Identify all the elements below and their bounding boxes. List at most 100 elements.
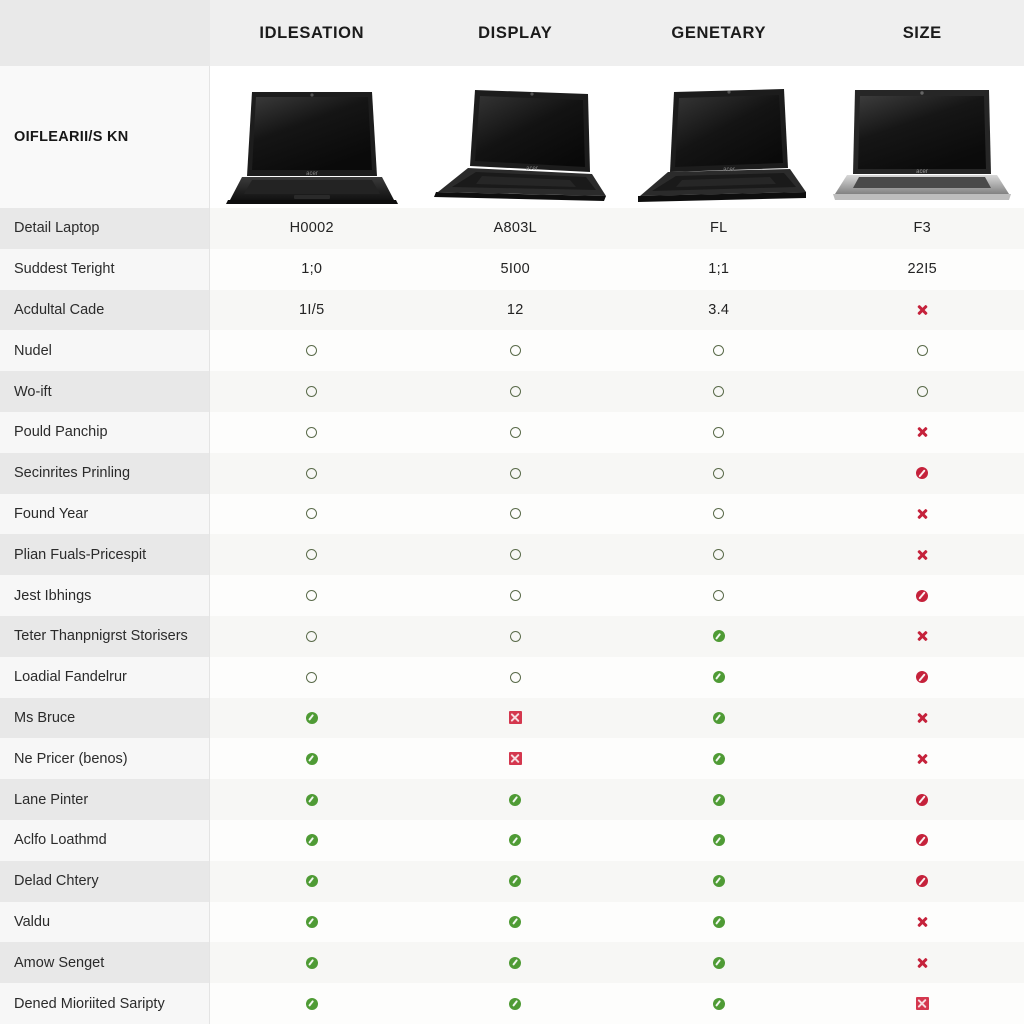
table-header-row: IDLESATION DISPLAY GENETARY SIZE — [0, 0, 1024, 66]
row-label: Ne Pricer (benos) — [0, 738, 210, 780]
cell-green-check-circle-icon — [617, 819, 821, 861]
cell-value: 1;0 — [210, 248, 414, 290]
product-image-row: OIFLEARII/S KN acer acer acer acer — [0, 66, 1024, 208]
empty-circle-icon — [509, 386, 521, 398]
cell-empty-circle-icon — [210, 371, 414, 412]
svg-text:acer: acer — [916, 169, 928, 175]
header-corner-cell — [0, 0, 210, 66]
cell-empty-circle-icon — [617, 330, 821, 372]
row-label: Loadial Fandelrur — [0, 656, 210, 698]
column-header-1[interactable]: IDLESATION — [210, 0, 414, 66]
green-check-circle-icon — [305, 793, 318, 806]
green-check-circle-icon — [509, 997, 522, 1010]
empty-circle-icon — [509, 630, 521, 642]
cell-green-check-circle-icon — [210, 901, 414, 943]
cell-red-circle-slash-icon — [820, 452, 1024, 494]
green-check-circle-icon — [509, 915, 522, 928]
row-label: Lane Pinter — [0, 779, 210, 820]
cell-green-check-circle-icon — [617, 983, 821, 1024]
cell-red-circle-slash-icon — [820, 860, 1024, 902]
green-check-circle-icon — [305, 997, 318, 1010]
red-cross-icon — [915, 711, 929, 725]
row-label: Wo-ift — [0, 371, 210, 412]
column-header-4[interactable]: SIZE — [820, 0, 1024, 66]
product-image-cell-1[interactable]: acer — [210, 66, 414, 208]
cell-green-check-circle-icon — [413, 860, 617, 902]
cell-green-check-circle-icon — [617, 860, 821, 902]
cell-green-check-circle-icon — [617, 656, 821, 698]
cell-empty-circle-icon — [617, 575, 821, 616]
laptop-front-silver-icon: acer — [833, 90, 1012, 200]
green-check-circle-icon — [712, 793, 725, 806]
product-image-cell-4[interactable]: acer — [820, 66, 1024, 208]
empty-circle-icon — [509, 467, 521, 479]
red-circle-slash-icon — [916, 589, 929, 602]
row-label: Dened Mioriited Saripty — [0, 983, 210, 1024]
red-cross-icon — [915, 507, 929, 521]
empty-circle-icon — [306, 508, 318, 520]
table-row: Secinrites Prinling — [0, 452, 1024, 494]
row-label: Ms Bruce — [0, 697, 210, 739]
empty-circle-icon — [509, 549, 521, 561]
cell-empty-circle-icon — [617, 411, 821, 453]
green-check-circle-icon — [712, 997, 725, 1010]
green-check-circle-icon — [712, 752, 725, 765]
green-check-circle-icon — [712, 711, 725, 724]
product-image-cell-2[interactable]: acer — [413, 66, 617, 208]
cell-empty-circle-icon — [210, 330, 414, 372]
table-row: Found Year — [0, 493, 1024, 535]
green-check-circle-icon — [712, 671, 725, 684]
empty-circle-icon — [509, 508, 521, 520]
comparison-table: IDLESATION DISPLAY GENETARY SIZE OIFLEAR… — [0, 0, 1024, 1024]
row-label: Nudel — [0, 330, 210, 372]
column-header-2[interactable]: DISPLAY — [413, 0, 617, 66]
cell-green-check-circle-icon — [210, 738, 414, 780]
table-row: Loadial Fandelrur — [0, 656, 1024, 698]
row-label: Amow Senget — [0, 942, 210, 984]
cell-value: F3 — [820, 208, 1024, 249]
green-check-circle-icon — [712, 834, 725, 847]
row-label: Pould Panchip — [0, 411, 210, 453]
cell-empty-circle-icon — [413, 656, 617, 698]
table-body: Detail Laptop H0002 A803L FL F3 Suddest Terig… — [0, 208, 1024, 1024]
green-check-circle-icon — [305, 956, 318, 969]
product-image-cell-3[interactable]: acer — [617, 66, 821, 208]
empty-circle-icon — [306, 345, 318, 357]
red-square-cross-icon — [508, 711, 522, 725]
green-check-circle-icon — [305, 834, 318, 847]
cell-green-check-circle-icon — [617, 615, 821, 657]
empty-circle-icon — [713, 590, 725, 602]
cell-green-check-circle-icon — [413, 983, 617, 1024]
table-row: Valdu — [0, 901, 1024, 943]
cell-red-cross-icon — [820, 615, 1024, 657]
green-check-circle-icon — [305, 875, 318, 888]
empty-circle-icon — [713, 386, 725, 398]
cell-empty-circle-icon — [210, 534, 414, 576]
table-row: Amow Senget — [0, 942, 1024, 984]
green-check-circle-icon — [509, 956, 522, 969]
cell-red-cross-icon — [820, 411, 1024, 453]
cell-green-check-circle-icon — [210, 779, 414, 820]
cell-red-circle-slash-icon — [820, 656, 1024, 698]
cell-red-cross-icon — [820, 534, 1024, 576]
cell-empty-circle-icon — [210, 656, 414, 698]
green-check-circle-icon — [712, 875, 725, 888]
cell-green-check-circle-icon — [413, 901, 617, 943]
green-check-circle-icon — [509, 793, 522, 806]
red-cross-icon — [915, 752, 929, 766]
empty-circle-icon — [713, 426, 725, 438]
cell-red-cross-icon — [820, 289, 1024, 331]
cell-empty-circle-icon — [413, 330, 617, 372]
red-circle-slash-icon — [916, 671, 929, 684]
cell-empty-circle-icon — [210, 575, 414, 616]
cell-empty-circle-icon — [413, 371, 617, 412]
column-header-3[interactable]: GENETARY — [617, 0, 821, 66]
cell-value: 22I5 — [820, 248, 1024, 290]
row-label: Aclfo Loathmd — [0, 819, 210, 861]
cell-empty-circle-icon — [413, 493, 617, 535]
green-check-circle-icon — [305, 711, 318, 724]
cell-value: 5I00 — [413, 248, 617, 290]
empty-circle-icon — [509, 345, 521, 357]
cell-value: 12 — [413, 289, 617, 331]
row-label: Valdu — [0, 901, 210, 943]
